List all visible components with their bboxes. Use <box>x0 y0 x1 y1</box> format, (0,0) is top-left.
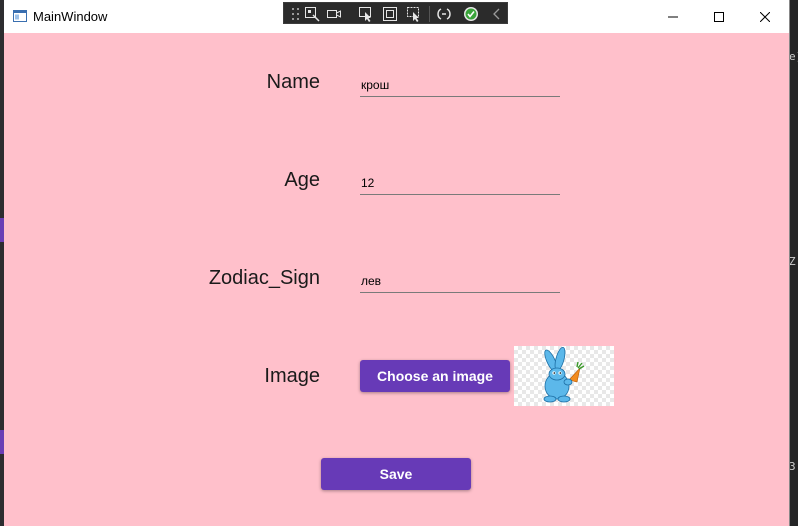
name-input[interactable] <box>360 74 561 96</box>
maximize-icon <box>714 11 724 22</box>
collapse-toolbar-icon[interactable] <box>489 6 505 22</box>
hot-reload-ok-icon[interactable] <box>463 6 479 22</box>
image-label: Image <box>264 365 320 387</box>
xaml-debug-toolbar <box>283 2 508 24</box>
maximize-button[interactable] <box>696 0 742 33</box>
name-label: Name <box>266 71 320 93</box>
close-button[interactable] <box>742 0 788 33</box>
window-title: MainWindow <box>33 9 108 24</box>
live-visual-tree-icon[interactable] <box>304 6 320 22</box>
zodiac-sign-label: Zodiac_Sign <box>208 267 320 289</box>
select-element-icon[interactable] <box>358 6 374 22</box>
track-focus-icon[interactable] <box>406 6 422 22</box>
krosh-rabbit-icon <box>543 346 585 403</box>
image-preview <box>514 346 614 406</box>
background-text: e) <box>789 50 798 63</box>
choose-image-button[interactable]: Choose an image <box>360 360 510 392</box>
app-window-icon <box>13 10 27 22</box>
display-layout-adorners-icon[interactable] <box>382 6 398 22</box>
camera-icon[interactable] <box>326 6 342 22</box>
background-right-strip: e) Z 3 <box>789 0 798 526</box>
minimize-icon <box>668 16 678 17</box>
save-button[interactable]: Save <box>321 458 471 490</box>
age-label: Age <box>284 169 320 191</box>
binding-failures-icon[interactable] <box>436 6 452 22</box>
minimize-button[interactable] <box>650 0 696 33</box>
close-icon <box>760 11 770 22</box>
age-input[interactable] <box>360 172 561 194</box>
age-field-container <box>360 172 561 195</box>
zodiac-field-container <box>360 270 561 293</box>
drag-handle-icon[interactable] <box>288 6 304 22</box>
toolbar-separator <box>429 6 430 22</box>
zodiac-sign-input[interactable] <box>360 270 561 292</box>
title-bar[interactable]: MainWindow <box>4 0 789 33</box>
name-field-container <box>360 74 561 97</box>
main-window: MainWindow Name крош Age 12 Zodiac_Sign … <box>4 0 790 526</box>
